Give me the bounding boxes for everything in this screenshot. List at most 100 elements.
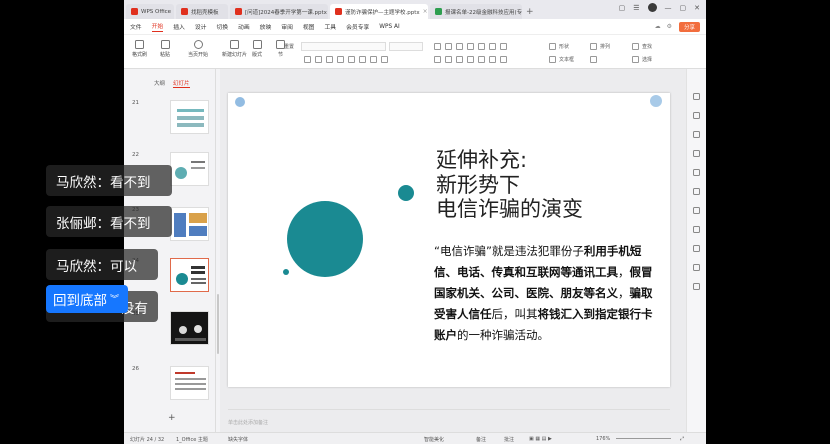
strikethrough-icon[interactable] (337, 56, 344, 63)
animation-pane-icon[interactable] (693, 131, 700, 138)
menu-animation[interactable]: 动画 (238, 22, 250, 31)
select-pane-icon[interactable] (693, 207, 700, 214)
notes-divider[interactable] (228, 409, 670, 410)
align-center-icon[interactable] (445, 56, 452, 63)
menu-file[interactable]: 文件 (130, 22, 142, 31)
indent-icon[interactable] (456, 43, 463, 50)
shape-button[interactable]: 形状 (559, 43, 569, 50)
share-pane-icon[interactable] (693, 283, 700, 290)
notes-placeholder[interactable]: 单击此处添加备注 (228, 419, 268, 426)
align-right-icon[interactable] (456, 56, 463, 63)
tab-ppt-first-lesson[interactable]: [问道]2024春季开学第一课.pptx (230, 4, 328, 19)
superscript-icon[interactable] (370, 56, 377, 63)
highlight-icon[interactable] (359, 56, 366, 63)
window-layout-icon[interactable]: ▢ (619, 4, 626, 12)
tab-outline[interactable]: 大纲 (154, 79, 165, 88)
menu-tools[interactable]: 工具 (324, 22, 336, 31)
properties-icon[interactable] (693, 93, 700, 100)
resources-icon[interactable] (693, 188, 700, 195)
columns-icon[interactable] (489, 43, 496, 50)
slide-thumbnail[interactable] (170, 366, 209, 400)
slide-title[interactable]: 延伸补充: 新形势下 电信诈骗的演变 (436, 148, 583, 222)
italic-icon[interactable] (315, 56, 322, 63)
align-left-icon[interactable] (434, 56, 441, 63)
distribute-icon[interactable] (478, 56, 485, 63)
copy-format-icon[interactable] (693, 150, 700, 157)
slide-thumbnail[interactable] (170, 207, 209, 241)
fill-icon[interactable] (590, 56, 597, 63)
maximize-icon[interactable]: ▢ (680, 4, 687, 12)
slide-thumbnail[interactable] (170, 152, 209, 186)
tab-sheet-roster[interactable]: 报课名单-22级金融科技应用(专)... (430, 4, 522, 19)
text-box-align-icon[interactable] (500, 56, 507, 63)
font-name-select[interactable] (301, 42, 386, 51)
line-spacing-icon[interactable] (478, 43, 485, 50)
slide-thumbnail[interactable] (170, 311, 209, 345)
menu-member[interactable]: 会员专享 (346, 22, 369, 31)
menu-wps-ai[interactable]: WPS AI (379, 24, 399, 30)
format-painter-button[interactable]: 格式刷 (132, 40, 147, 58)
slide-canvas[interactable]: 延伸补充: 新形势下 电信诈骗的演变 “电信诈骗”就是违法犯罪份子利用手机短信、… (228, 93, 670, 387)
select-button[interactable]: 选择 (642, 56, 652, 63)
shape-icon[interactable] (549, 43, 556, 50)
minimize-icon[interactable]: — (665, 4, 672, 12)
numbered-list-icon[interactable] (445, 43, 452, 50)
bullet-list-icon[interactable] (434, 43, 441, 50)
paste-button[interactable]: 粘贴 (160, 40, 170, 58)
share-button[interactable]: 分享 (678, 22, 700, 32)
textbox-icon[interactable] (549, 56, 556, 63)
menu-icon[interactable]: ☰ (633, 4, 639, 12)
bold-icon[interactable] (304, 56, 311, 63)
tab-wps-office[interactable]: WPS Office (126, 4, 174, 19)
slide-library-icon[interactable] (693, 226, 700, 233)
settings-icon[interactable]: ⚙ (667, 23, 672, 30)
find-icon[interactable] (632, 43, 639, 50)
cloud-icon[interactable]: ☁ (655, 23, 661, 30)
missing-font-button[interactable]: 缺失字体 (228, 436, 248, 443)
tab-template[interactable]: 找稻壳模板 (176, 4, 228, 19)
outdent-icon[interactable] (467, 43, 474, 50)
back-to-bottom-button[interactable]: 回到底部 ︾ (46, 285, 128, 313)
notes-toggle[interactable]: 备注 (476, 436, 486, 443)
more-icon[interactable] (693, 264, 700, 271)
font-size-select[interactable] (389, 42, 423, 51)
fit-window-icon[interactable]: ⤢ (680, 436, 684, 442)
close-window-icon[interactable]: ✕ (694, 4, 700, 12)
tab-slides[interactable]: 幻灯片 (173, 79, 190, 88)
tab-ppt-anti-fraud[interactable]: 谨防诈骗保护—主题学校.pptx × (330, 4, 428, 19)
underline-icon[interactable] (326, 56, 333, 63)
slide-thumbnail[interactable] (170, 100, 209, 134)
comments-toggle[interactable]: 批注 (504, 436, 514, 443)
smart-beautify-button[interactable]: 智能美化 (424, 436, 444, 443)
menu-slideshow[interactable]: 放映 (260, 22, 272, 31)
close-icon[interactable]: × (423, 8, 428, 15)
design-icon[interactable] (693, 112, 700, 119)
slide-thumbnail-selected[interactable] (170, 258, 209, 292)
view-mode-icons[interactable]: ▣ ▦ ▤ ▶ (529, 436, 552, 442)
menu-home[interactable]: 开始 (151, 21, 164, 32)
arrange-icon[interactable] (590, 43, 597, 50)
zoom-slider[interactable] (616, 438, 671, 439)
new-slide-button[interactable]: 新建幻灯片 (222, 40, 247, 58)
slide-body-text[interactable]: “电信诈骗”就是违法犯罪份子利用手机短信、电话、传真和互联网等通讯工具，假冒国家… (434, 241, 659, 346)
start-from-current-button[interactable]: 当页开始 (188, 40, 208, 58)
avatar[interactable] (647, 3, 657, 12)
menu-transition[interactable]: 切换 (216, 22, 228, 31)
magic-icon[interactable] (693, 169, 700, 176)
textbox-button[interactable]: 文本框 (559, 56, 574, 63)
help-icon[interactable] (693, 245, 700, 252)
subscript-icon[interactable] (381, 56, 388, 63)
arrange-button[interactable]: 排列 (600, 43, 610, 50)
thumbnail-scrollbar[interactable] (217, 294, 219, 354)
justify-icon[interactable] (467, 56, 474, 63)
find-button[interactable]: 查找 (642, 43, 652, 50)
reset-button[interactable]: 重置 (284, 43, 294, 50)
add-slide-button[interactable]: + (168, 413, 176, 423)
text-direction-icon[interactable] (500, 43, 507, 50)
vertical-align-icon[interactable] (489, 56, 496, 63)
layout-button[interactable]: 版式 (252, 40, 262, 58)
menu-view[interactable]: 视图 (303, 22, 315, 31)
menu-design[interactable]: 设计 (195, 22, 207, 31)
new-tab-button[interactable]: + (526, 4, 534, 19)
select-icon[interactable] (632, 56, 639, 63)
